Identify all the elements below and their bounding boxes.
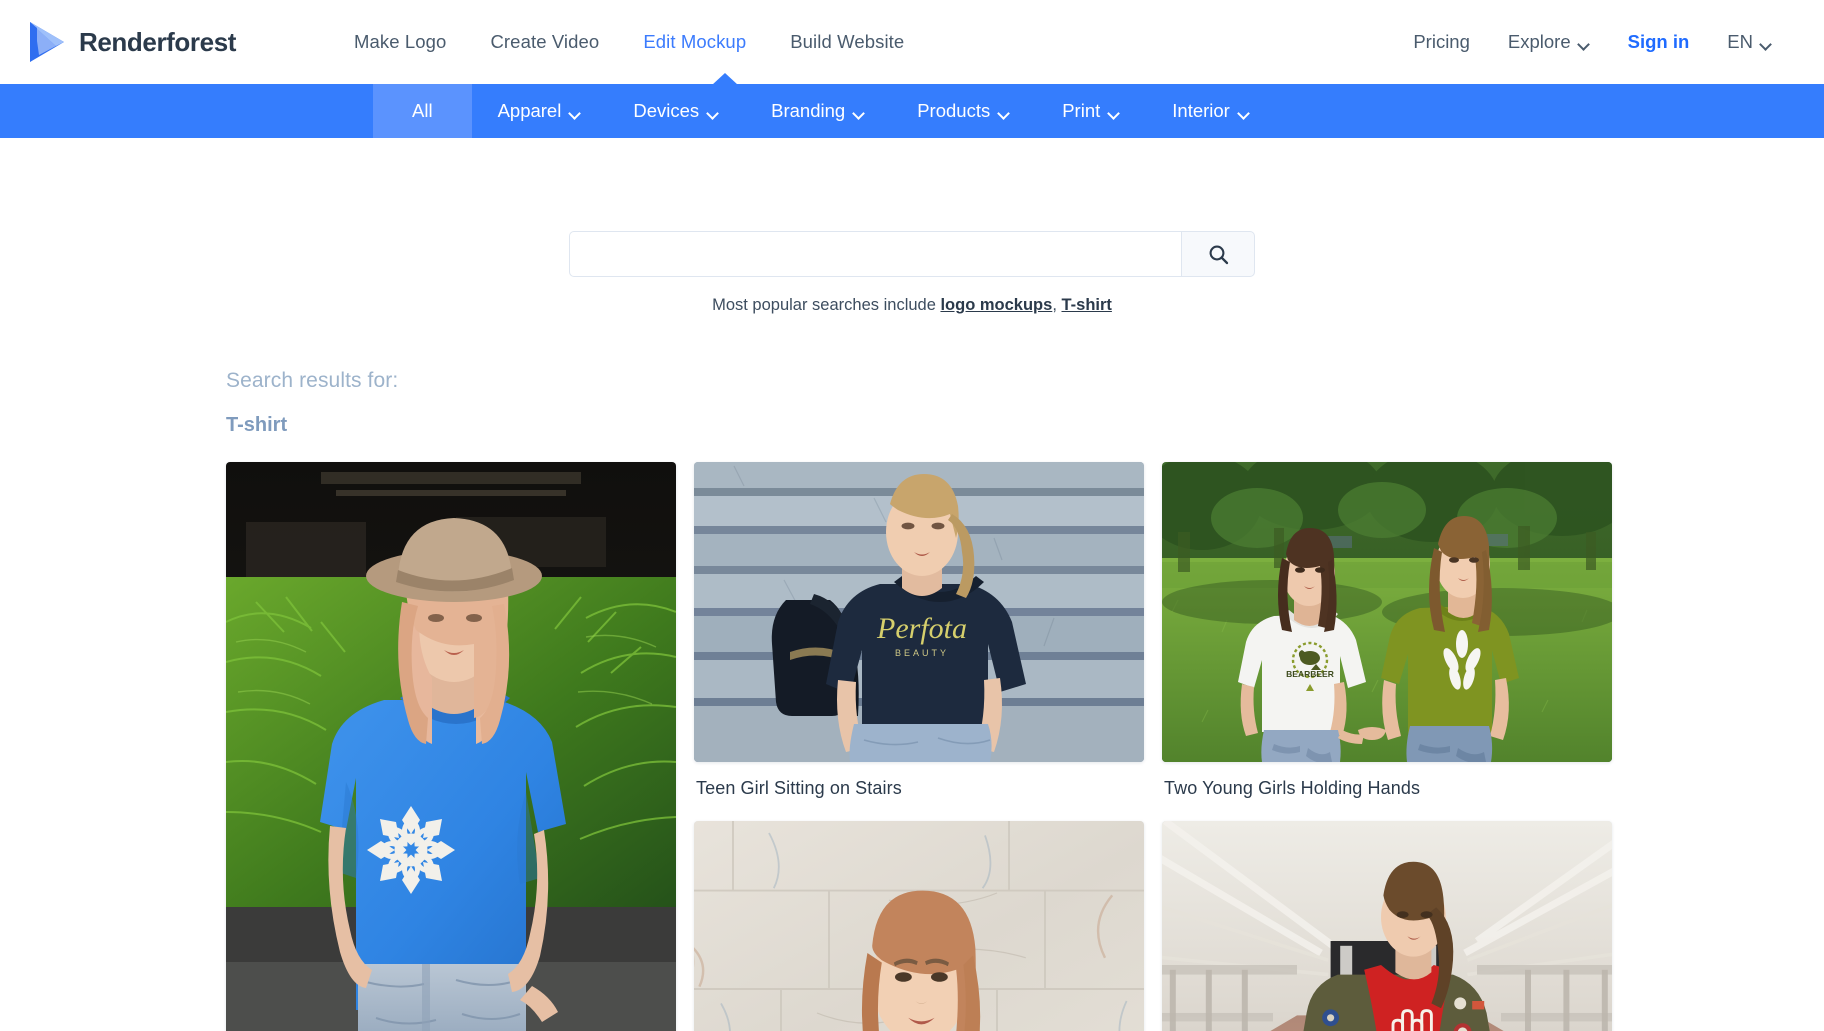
category-tab-apparel[interactable]: Apparel	[472, 84, 608, 138]
category-label: Apparel	[498, 100, 562, 122]
chevron-down-icon	[1761, 40, 1772, 47]
search-bar	[569, 231, 1255, 277]
results-label: Search results for:	[226, 369, 1824, 393]
mockup-image-red-rock-tshirt-bridge: ROCK	[1162, 821, 1612, 1031]
svg-text:BEAUTY: BEAUTY	[895, 648, 949, 658]
mockup-card[interactable]	[694, 821, 1144, 1031]
mockup-caption: Teen Girl Sitting on Stairs	[694, 762, 1144, 821]
popular-link-logo-mockups[interactable]: logo mockups	[940, 296, 1052, 314]
mockup-image-two-girls-park: BEARBEER	[1162, 462, 1612, 762]
search-results-section: Search results for: T-shirt	[0, 315, 1824, 1031]
mockup-card[interactable]	[226, 462, 676, 1031]
mockup-thumbnail[interactable]	[226, 462, 676, 1031]
results-column-2: Perfota BEAUTY	[694, 462, 1144, 1031]
nav-item-edit-mockup[interactable]: Edit Mockup	[643, 31, 746, 53]
header-right-actions: Pricing Explore Sign in EN	[1413, 31, 1772, 53]
nav-item-create-video[interactable]: Create Video	[490, 31, 599, 53]
popular-link-tshirt[interactable]: T-shirt	[1061, 296, 1111, 314]
mockup-image-blue-tshirt-fern	[226, 462, 676, 1031]
popular-prefix: Most popular searches include	[712, 296, 940, 314]
chevron-down-icon	[1109, 109, 1120, 116]
nav-item-make-logo[interactable]: Make Logo	[354, 31, 446, 53]
mockup-thumbnail[interactable]: Perfota BEAUTY	[694, 462, 1144, 762]
mockup-thumbnail[interactable]: ROCK	[1162, 821, 1612, 1031]
category-tab-devices[interactable]: Devices	[607, 84, 745, 138]
brand-logo[interactable]: Renderforest	[26, 19, 236, 65]
mockup-image-teen-girl-stairs: Perfota BEAUTY	[694, 462, 1144, 762]
active-tab-pointer-icon	[712, 73, 738, 85]
category-label: Branding	[771, 100, 845, 122]
results-column-1	[226, 462, 676, 1031]
category-tab-all[interactable]: All	[373, 84, 472, 138]
brand-name: Renderforest	[79, 27, 236, 58]
results-grid: Perfota BEAUTY	[226, 462, 1824, 1031]
mockup-card[interactable]: Perfota BEAUTY	[694, 462, 1144, 821]
search-section: Most popular searches include logo mocku…	[0, 138, 1824, 315]
explore-label: Explore	[1508, 31, 1571, 53]
pricing-link[interactable]: Pricing	[1413, 31, 1470, 53]
category-label: Print	[1062, 100, 1100, 122]
search-icon	[1208, 244, 1229, 265]
mockup-card[interactable]: ROCK	[1162, 821, 1612, 1031]
category-tab-interior[interactable]: Interior	[1146, 84, 1276, 138]
chevron-down-icon	[1239, 109, 1250, 116]
category-label: Products	[917, 100, 990, 122]
language-selector[interactable]: EN	[1727, 31, 1772, 53]
results-column-3: BEARBEER	[1162, 462, 1612, 1031]
language-label: EN	[1727, 31, 1753, 53]
search-input[interactable]	[569, 231, 1181, 277]
sign-in-link[interactable]: Sign in	[1628, 31, 1690, 53]
explore-menu[interactable]: Explore	[1508, 31, 1590, 53]
category-tab-print[interactable]: Print	[1036, 84, 1146, 138]
category-label: All	[412, 100, 433, 122]
category-label: Devices	[633, 100, 699, 122]
mockup-caption: Two Young Girls Holding Hands	[1162, 762, 1612, 821]
chevron-down-icon	[708, 109, 719, 116]
category-navigation-bar: All Apparel Devices Branding Products Pr…	[0, 84, 1824, 138]
chevron-down-icon	[999, 109, 1010, 116]
chevron-down-icon	[1579, 40, 1590, 47]
mockup-image-purple-tshirt-marble	[694, 821, 1144, 1031]
chevron-down-icon	[854, 109, 865, 116]
svg-text:Perfota: Perfota	[876, 612, 967, 645]
category-tab-products[interactable]: Products	[891, 84, 1036, 138]
chevron-down-icon	[570, 109, 581, 116]
popular-searches: Most popular searches include logo mocku…	[712, 296, 1112, 315]
svg-text:BEARBEER: BEARBEER	[1286, 669, 1334, 679]
play-triangle-logo-icon	[26, 19, 68, 65]
category-label: Interior	[1172, 100, 1230, 122]
top-header: Renderforest Make Logo Create Video Edit…	[0, 0, 1824, 84]
mockup-card[interactable]: BEARBEER	[1162, 462, 1612, 821]
mockup-thumbnail[interactable]	[694, 821, 1144, 1031]
category-tab-branding[interactable]: Branding	[745, 84, 891, 138]
primary-navigation: Make Logo Create Video Edit Mockup Build…	[354, 31, 904, 53]
search-button[interactable]	[1181, 231, 1255, 277]
nav-item-build-website[interactable]: Build Website	[790, 31, 904, 53]
results-search-term: T-shirt	[226, 414, 1824, 437]
mockup-thumbnail[interactable]: BEARBEER	[1162, 462, 1612, 762]
